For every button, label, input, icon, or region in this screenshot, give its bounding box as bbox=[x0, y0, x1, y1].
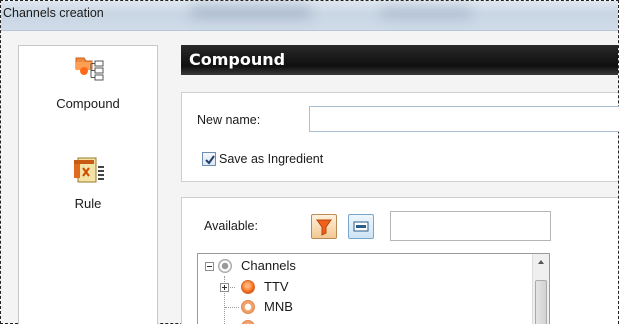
nav-item-compound[interactable]: Compound bbox=[19, 52, 157, 111]
compound-icon bbox=[70, 52, 106, 88]
rule-icon bbox=[70, 152, 106, 188]
filter-icon bbox=[316, 219, 332, 236]
section-header: Compound bbox=[181, 45, 618, 75]
left-nav-panel: Compound Rule bbox=[18, 45, 158, 324]
channels-creation-window: Channels creation Compound Rule Compound… bbox=[0, 0, 619, 324]
checkmark-icon bbox=[205, 155, 215, 165]
tree-node-label: Channels bbox=[241, 258, 296, 273]
new-name-input[interactable] bbox=[309, 106, 619, 132]
titlebar-decoration bbox=[191, 5, 311, 19]
collapse-toggle[interactable] bbox=[205, 262, 214, 271]
save-as-ingredient-label[interactable]: Save as Ingredient bbox=[219, 152, 323, 166]
available-search-input[interactable] bbox=[390, 211, 551, 241]
channel-icon bbox=[241, 320, 255, 324]
new-name-label: New name: bbox=[197, 113, 261, 127]
channel-group-icon bbox=[218, 259, 232, 273]
name-group: New name: Save as Ingredient bbox=[181, 92, 619, 182]
scroll-thumb[interactable] bbox=[535, 280, 547, 324]
tree-node-label: TTV bbox=[264, 279, 289, 294]
window-title: Channels creation bbox=[3, 6, 104, 20]
scroll-up-icon[interactable] bbox=[533, 254, 549, 271]
tree-node-channels[interactable]: Channels bbox=[198, 256, 528, 276]
list-view-button[interactable] bbox=[348, 214, 374, 239]
nav-item-label: Compound bbox=[56, 96, 120, 111]
tree-scrollbar[interactable] bbox=[532, 254, 549, 324]
channel-icon bbox=[241, 280, 255, 294]
titlebar-decoration bbox=[381, 7, 471, 19]
channel-icon bbox=[241, 300, 255, 314]
section-title: Compound bbox=[189, 50, 286, 69]
nav-item-rule[interactable]: Rule bbox=[19, 152, 157, 211]
tree-node-label: MNB bbox=[264, 299, 293, 314]
available-label: Available: bbox=[204, 219, 258, 233]
tree-node-partial[interactable] bbox=[198, 317, 528, 324]
available-group: Available: Channels TTV MNB bbox=[181, 197, 618, 324]
filter-button[interactable] bbox=[311, 214, 337, 239]
title-bar[interactable]: Channels creation bbox=[1, 1, 618, 31]
tree-node-ttv[interactable]: TTV bbox=[198, 277, 528, 297]
list-view-icon bbox=[353, 221, 369, 232]
save-as-ingredient-checkbox[interactable] bbox=[202, 152, 216, 166]
expand-toggle[interactable] bbox=[220, 283, 229, 292]
channels-tree[interactable]: Channels TTV MNB bbox=[197, 253, 550, 324]
nav-item-label: Rule bbox=[74, 196, 102, 211]
tree-node-mnb[interactable]: MNB bbox=[198, 297, 528, 317]
